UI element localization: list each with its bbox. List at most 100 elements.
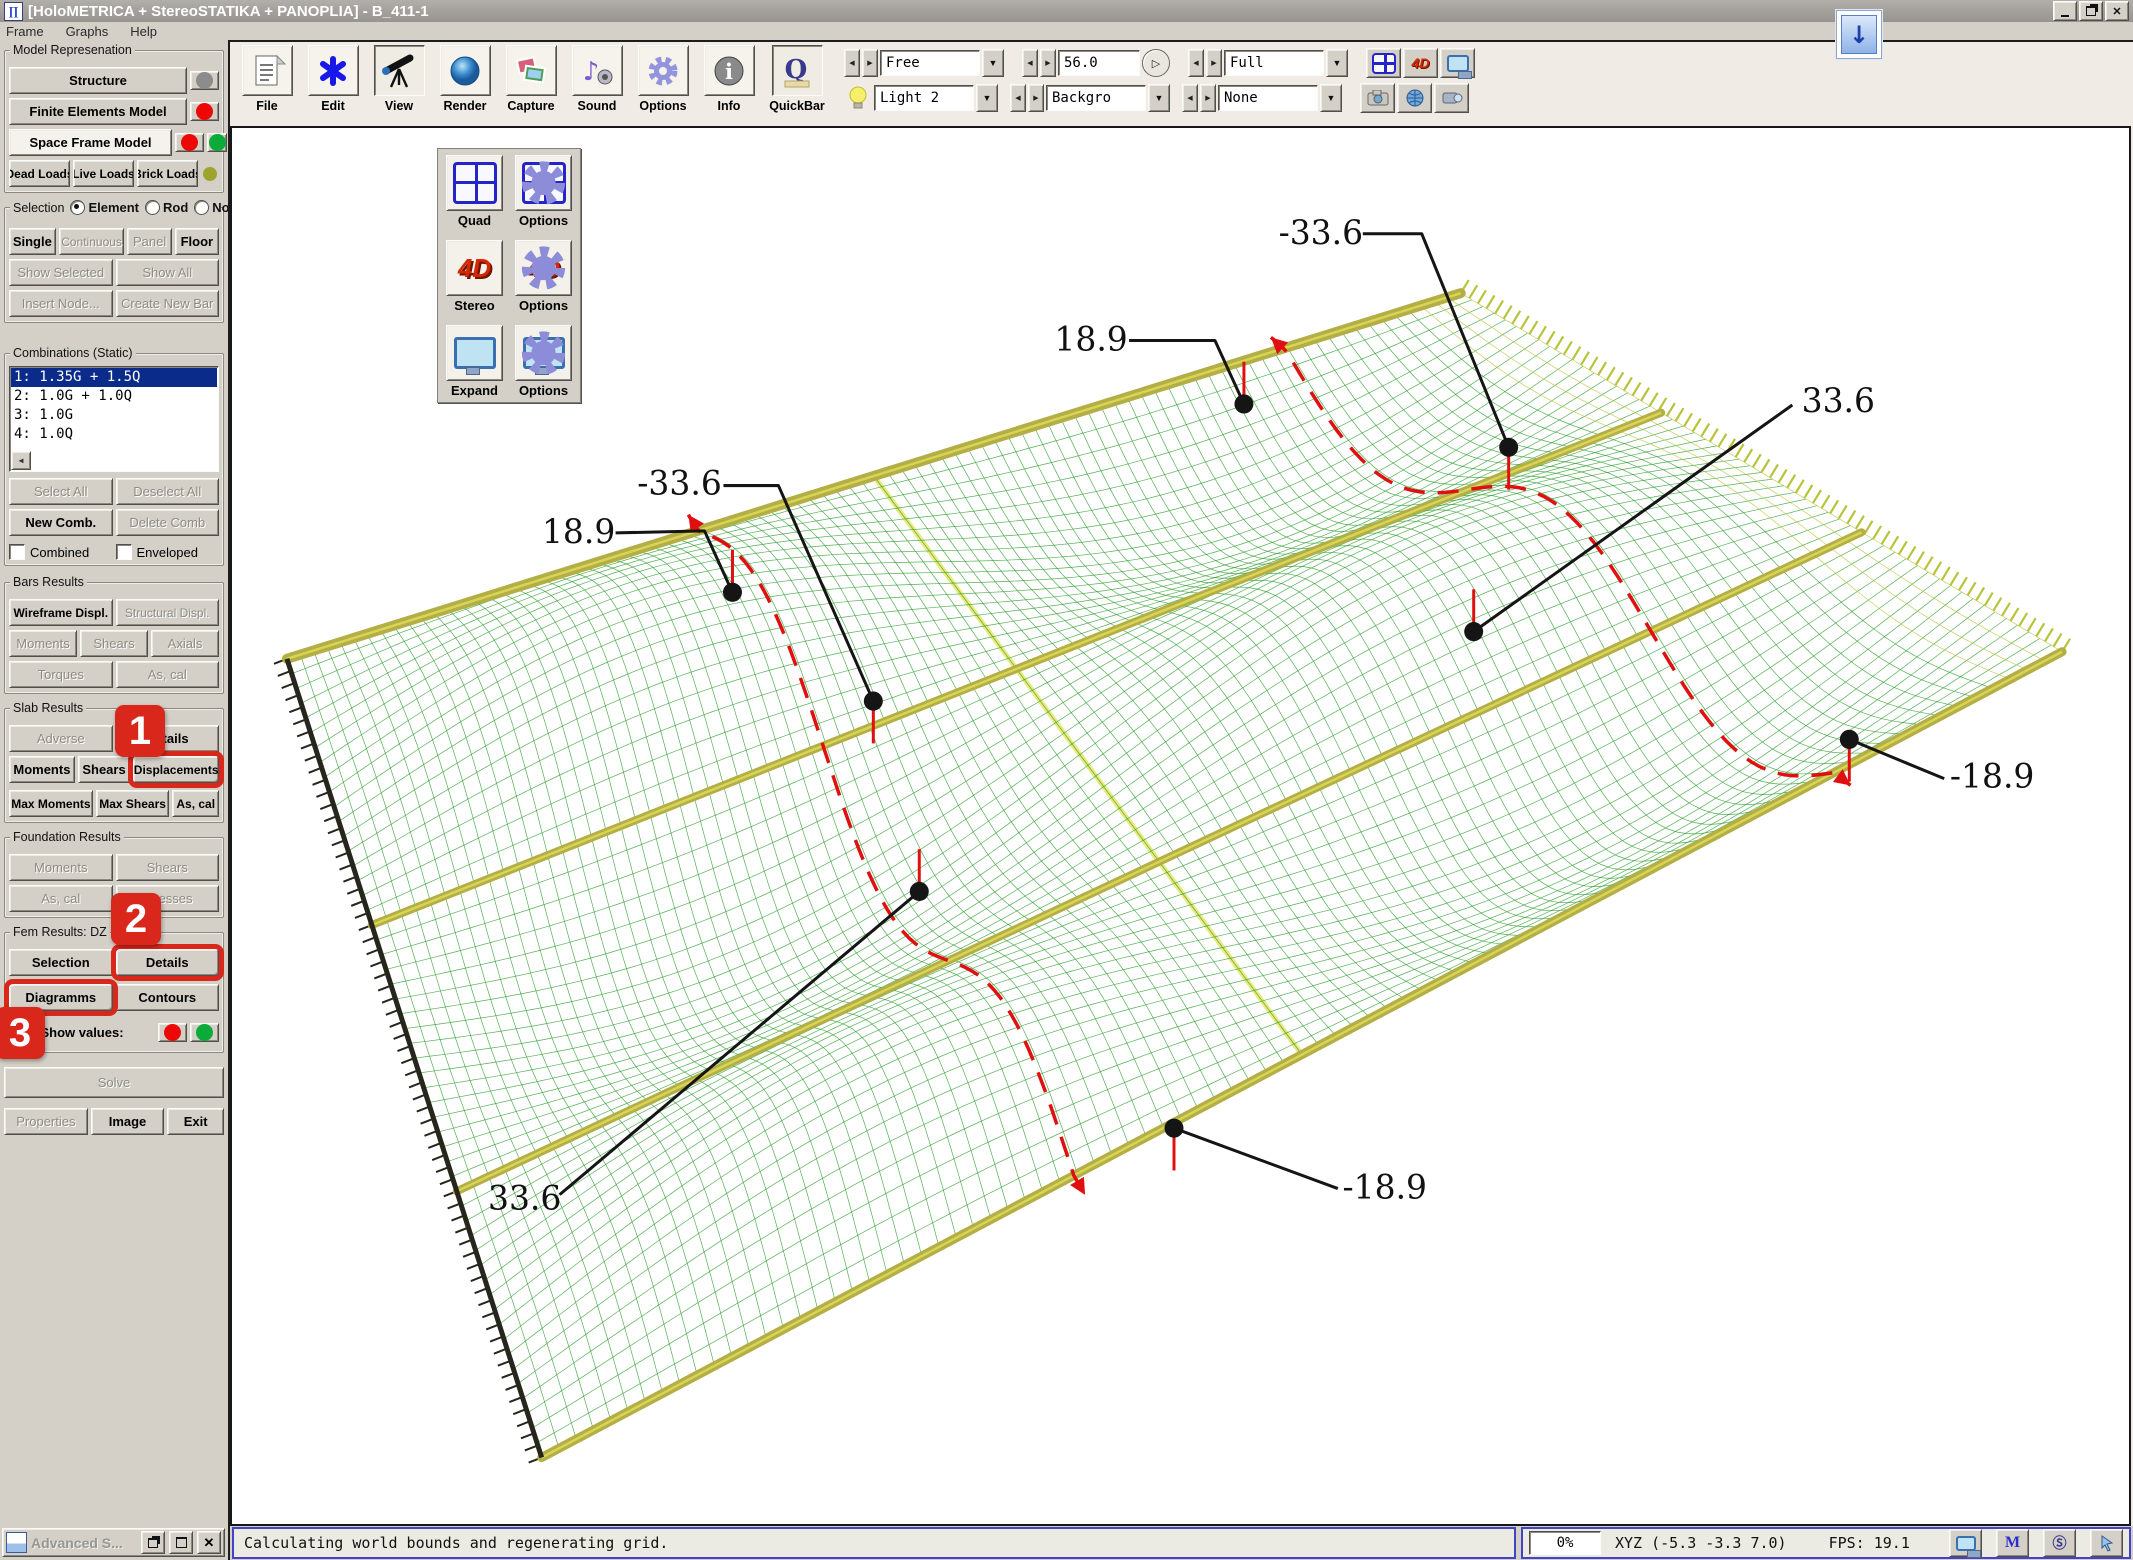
bars-as-cal-button[interactable]: As, cal [116,661,220,688]
capture-button[interactable]: Capture [498,45,564,113]
combination-item[interactable]: 2: 1.0G + 1.0Q [11,387,217,406]
quad-button[interactable]: Quad [443,155,506,228]
world-options-button[interactable] [1397,83,1432,113]
dead-loads-button[interactable]: Dead Loads [9,160,70,187]
mode-dropdown-icon[interactable]: ▼ [1320,84,1342,112]
detail-combo[interactable]: Full [1224,50,1324,76]
sfm-color-button[interactable] [175,133,204,152]
light-dropdown-icon[interactable]: ▼ [976,84,998,112]
show-values-negative-button[interactable] [158,1023,187,1042]
angle-field[interactable]: 56.0 [1058,50,1140,76]
spin-right-icon[interactable]: ▶ [862,49,878,77]
live-loads-button[interactable]: Live Loads [73,160,134,187]
projector-button[interactable] [1434,83,1469,113]
foundation-moments-button[interactable]: Moments [9,854,113,881]
finite-elements-model-button[interactable]: Finite Elements Model [9,98,187,125]
4d-button[interactable]: 4D [1403,48,1438,78]
pointer-help-button[interactable] [2090,1529,2123,1557]
menu-frame[interactable]: Frame [6,24,44,39]
deselect-all-button[interactable]: Deselect All [116,478,220,505]
light-combo[interactable]: Light 2 [874,85,974,111]
structural-displ-button[interactable]: Structural Displ. [116,599,220,626]
advanced-window-bar[interactable]: Advanced S... ✕ [2,1528,225,1557]
advanced-maximize-button[interactable] [169,1531,193,1554]
fem-details-button[interactable]: Details [116,949,220,976]
list-scroll-left-button[interactable]: ◀ [11,451,31,470]
bars-axials-button[interactable]: Axials [151,630,219,657]
fem-color-button[interactable] [190,102,219,121]
options-button[interactable]: Options [630,45,696,113]
solve-button[interactable]: Solve [4,1067,224,1098]
expand-button[interactable]: Expand [443,325,506,398]
torques-button[interactable]: Torques [9,661,113,688]
combination-item[interactable]: 1: 1.35G + 1.5Q [11,368,217,387]
select-all-button[interactable]: Select All [9,478,113,505]
play-icon[interactable]: ▷ [1142,49,1170,77]
minimize-button[interactable] [2053,1,2077,21]
combined-checkbox[interactable] [9,544,25,560]
screen-button[interactable] [1440,48,1475,78]
brick-loads-button[interactable]: Brick Loads [137,160,198,187]
sfm-color2-button[interactable] [207,133,227,152]
stereo-4d-button[interactable]: 4D Stereo [443,240,506,313]
max-moments-button[interactable]: Max Moments [9,790,93,817]
show-selected-button[interactable]: Show Selected [9,259,113,286]
bars-shears-button[interactable]: Shears [80,630,148,657]
enveloped-checkbox[interactable] [116,544,132,560]
advanced-restore-button[interactable] [141,1531,165,1554]
download-overlay-button[interactable]: ↓ [1836,10,1882,59]
single-button[interactable]: Single [9,228,56,255]
bars-moments-button[interactable]: Moments [9,630,77,657]
radio-rod[interactable] [145,200,160,215]
image-button[interactable]: Image [91,1108,165,1135]
render-canvas[interactable]: -33.618.933.6-33.618.9-18.933.6-18.9 Qua… [230,126,2131,1526]
structure-color-button[interactable] [190,71,219,90]
edit-button[interactable]: Edit [300,45,366,113]
view-button[interactable]: View [366,45,432,113]
expand-options-button[interactable]: Options [512,325,575,398]
spin-right-icon[interactable]: ▶ [1200,84,1216,112]
light-toggle-button[interactable] [844,84,872,112]
displacements-button[interactable]: Displacements [133,756,219,783]
projection-dropdown-icon[interactable]: ▼ [982,49,1004,77]
quick-search-button[interactable]: Ⓢ [2043,1529,2076,1557]
spin-right-icon[interactable]: ▶ [1040,49,1056,77]
spin-left-icon[interactable]: ◀ [1182,84,1198,112]
foundation-as-cal-button[interactable]: As, cal [9,885,113,912]
snapshot-button[interactable] [1360,83,1395,113]
continuous-button[interactable]: Continuous [59,228,125,255]
spin-left-icon[interactable]: ◀ [1010,84,1026,112]
stereo-options-button[interactable]: 4D Options [512,240,575,313]
projection-combo[interactable]: Free [880,50,980,76]
properties-button[interactable]: Properties [4,1108,88,1135]
file-button[interactable]: File [234,45,300,113]
spin-left-icon[interactable]: ◀ [1022,49,1038,77]
render-button[interactable]: Render [432,45,498,113]
max-shears-button[interactable]: Max Shears [96,790,170,817]
combination-item[interactable]: 4: 1.0Q [11,425,217,444]
grid-view-button[interactable] [1366,48,1401,78]
structure-button[interactable]: Structure [9,67,187,94]
delete-comb-button[interactable]: Delete Comb [116,509,220,536]
sound-button[interactable]: ♪ Sound [564,45,630,113]
spin-left-icon[interactable]: ◀ [1188,49,1204,77]
show-all-button[interactable]: Show All [116,259,220,286]
exit-button[interactable]: Exit [167,1108,224,1135]
fem-selection-button[interactable]: Selection [9,949,113,976]
space-frame-model-button[interactable]: Space Frame Model [9,129,172,156]
background-combo[interactable]: Backgro [1046,85,1146,111]
background-dropdown-icon[interactable]: ▼ [1148,84,1170,112]
wireframe-displ-button[interactable]: Wireframe Displ. [9,599,113,626]
menu-graphs[interactable]: Graphs [66,24,109,39]
radio-node[interactable] [194,200,209,215]
create-new-bar-button[interactable]: Create New Bar [116,290,220,317]
quickbar-button[interactable]: Q QuickBar [762,45,832,113]
menu-help[interactable]: Help [130,24,157,39]
adverse-button[interactable]: Adverse [9,725,113,752]
panel-button[interactable]: Panel [127,228,171,255]
metrica-button[interactable]: M [1996,1529,2029,1557]
combinations-list[interactable]: 1: 1.35G + 1.5Q 2: 1.0G + 1.0Q 3: 1.0G 4… [9,366,219,472]
quad-options-button[interactable]: Options [512,155,575,228]
restore-button[interactable] [2079,1,2103,21]
spin-right-icon[interactable]: ▶ [1206,49,1222,77]
